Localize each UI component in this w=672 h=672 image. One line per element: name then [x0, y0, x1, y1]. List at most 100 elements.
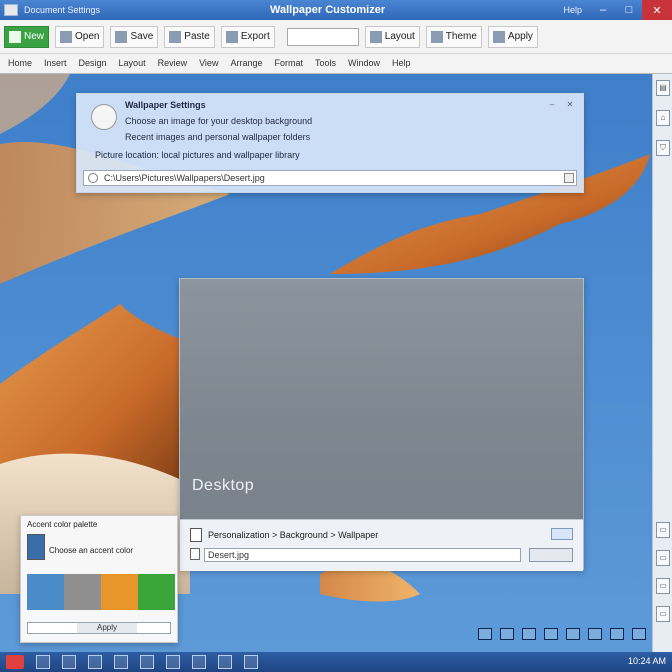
dock-doc-icon-4[interactable]: ▭: [656, 606, 670, 622]
tab-arrange[interactable]: Arrange: [230, 58, 262, 68]
user-avatar-icon: [91, 104, 117, 130]
tray-icons: [470, 628, 646, 640]
taskbar-app-icon-4[interactable]: [114, 655, 128, 669]
open-file-button[interactable]: [529, 548, 573, 562]
open-button[interactable]: Open: [55, 25, 105, 48]
accent-apply-button[interactable]: Apply: [77, 623, 137, 633]
start-button[interactable]: [6, 655, 24, 669]
swatch-blue[interactable]: [27, 574, 64, 610]
taskbar-app-icon-5[interactable]: [140, 655, 154, 669]
theme-label: Theme: [445, 31, 477, 42]
ribbon-tabs: Home Insert Design Layout Review View Ar…: [0, 54, 672, 72]
location-icon: [88, 173, 98, 183]
swatch-orange[interactable]: [101, 574, 138, 610]
right-dock: ▤ ⌂ ⛉ ▭ ▭ ▭ ▭: [652, 74, 672, 652]
tab-tools[interactable]: Tools: [315, 58, 336, 68]
tab-view[interactable]: View: [199, 58, 218, 68]
dock-doc-icon[interactable]: ▭: [656, 522, 670, 538]
paste-label: Paste: [184, 31, 210, 42]
apply-button[interactable]: Apply: [487, 25, 538, 48]
layout-label: Layout: [384, 31, 415, 42]
tray-settings-icon[interactable]: [500, 628, 514, 640]
taskbar-app-icon-7[interactable]: [192, 655, 206, 669]
maximize-button[interactable]: □: [616, 0, 642, 20]
tab-format[interactable]: Format: [274, 58, 303, 68]
dialog-minimize-button[interactable]: –: [545, 100, 559, 110]
folder-icon: [60, 30, 73, 43]
dock-doc-icon-2[interactable]: ▭: [656, 550, 670, 566]
accent-panel-description: Choose an accent color: [49, 546, 134, 555]
dialog-description: Choose an image for your desktop backgro…: [125, 116, 313, 126]
filename-input[interactable]: [204, 548, 521, 562]
preview-toolbar: Personalization > Background > Wallpaper…: [180, 519, 583, 571]
taskbar-app-icon-1[interactable]: [36, 655, 50, 669]
file-icon-2: [190, 548, 200, 560]
dialog-location-label: Picture location: local pictures and wal…: [95, 150, 300, 160]
new-label: New: [24, 31, 45, 42]
dialog-close-button[interactable]: ✕: [563, 100, 577, 110]
apply-icon: [492, 30, 505, 43]
save-label: Save: [130, 31, 154, 42]
save-icon: [115, 30, 128, 43]
theme-button[interactable]: Theme: [425, 25, 482, 48]
help-link[interactable]: Help: [563, 5, 582, 15]
ribbon-commands: New Open Save Paste Export Layout Theme …: [0, 20, 672, 54]
ribbon: New Open Save Paste Export Layout Theme …: [0, 20, 672, 74]
dock-doc-icon-3[interactable]: ▭: [656, 578, 670, 594]
swatch-gray[interactable]: [64, 574, 101, 610]
taskbar-clock[interactable]: 10:24 AM: [628, 656, 666, 666]
browse-button[interactable]: [564, 173, 574, 183]
minimize-button[interactable]: –: [590, 0, 616, 20]
taskbar-app-icon-9[interactable]: [244, 655, 258, 669]
tray-battery-icon[interactable]: [566, 628, 580, 640]
new-icon: [9, 30, 21, 43]
dialog-title: Wallpaper Settings: [125, 100, 206, 110]
close-button[interactable]: ✕: [642, 0, 672, 20]
dock-home-icon[interactable]: ⌂: [656, 110, 670, 126]
window-title: Wallpaper Customizer: [270, 4, 386, 16]
new-button[interactable]: New: [4, 25, 50, 48]
filename-value: Desert.jpg: [208, 550, 250, 560]
export-button[interactable]: Export: [220, 25, 275, 48]
export-label: Export: [240, 31, 270, 42]
tray-action-icon[interactable]: [632, 628, 646, 640]
tab-help[interactable]: Help: [392, 58, 411, 68]
preview-toggle-button[interactable]: [551, 528, 573, 540]
tray-refresh-icon[interactable]: [478, 628, 492, 640]
address-field[interactable]: C:\Users\Pictures\Wallpapers\Desert.jpg: [83, 170, 577, 186]
wallpaper-thumbnail[interactable]: [27, 534, 45, 560]
ribbon-search-input[interactable]: [286, 27, 359, 46]
paste-icon: [169, 30, 182, 43]
tab-insert[interactable]: Insert: [44, 58, 67, 68]
theme-icon: [430, 30, 443, 43]
tray-calendar-icon[interactable]: [610, 628, 624, 640]
tab-review[interactable]: Review: [158, 58, 188, 68]
taskbar-app-icon-2[interactable]: [62, 655, 76, 669]
dock-shield-icon[interactable]: ⛉: [656, 140, 670, 156]
open-label: Open: [75, 31, 100, 42]
tray-network-icon[interactable]: [544, 628, 558, 640]
paste-button[interactable]: Paste: [164, 25, 215, 48]
tab-window[interactable]: Window: [348, 58, 380, 68]
taskbar: 10:24 AM: [0, 652, 672, 672]
tab-design[interactable]: Design: [79, 58, 107, 68]
taskbar-app-icon-3[interactable]: [88, 655, 102, 669]
swatch-green[interactable]: [138, 574, 175, 610]
dialog-recent-link[interactable]: Recent images and personal wallpaper fol…: [125, 132, 310, 142]
accent-color-panel: Accent color palette Choose an accent co…: [20, 515, 178, 643]
taskbar-app-icon-6[interactable]: [166, 655, 180, 669]
dock-layers-icon[interactable]: ▤: [656, 80, 670, 96]
taskbar-app-icon-8[interactable]: [218, 655, 232, 669]
tab-layout[interactable]: Layout: [119, 58, 146, 68]
tray-volume-icon[interactable]: [522, 628, 536, 640]
tab-home[interactable]: Home: [8, 58, 32, 68]
quick-access-label[interactable]: Document Settings: [24, 5, 100, 15]
breadcrumb[interactable]: Personalization > Background > Wallpaper: [208, 530, 378, 540]
color-swatches: [27, 574, 175, 610]
preview-brand-text: Desktop: [192, 477, 255, 494]
save-button[interactable]: Save: [110, 25, 159, 48]
layout-icon: [369, 30, 382, 43]
address-text: C:\Users\Pictures\Wallpapers\Desert.jpg: [104, 173, 265, 183]
layout-button[interactable]: Layout: [364, 25, 420, 48]
tray-message-icon[interactable]: [588, 628, 602, 640]
